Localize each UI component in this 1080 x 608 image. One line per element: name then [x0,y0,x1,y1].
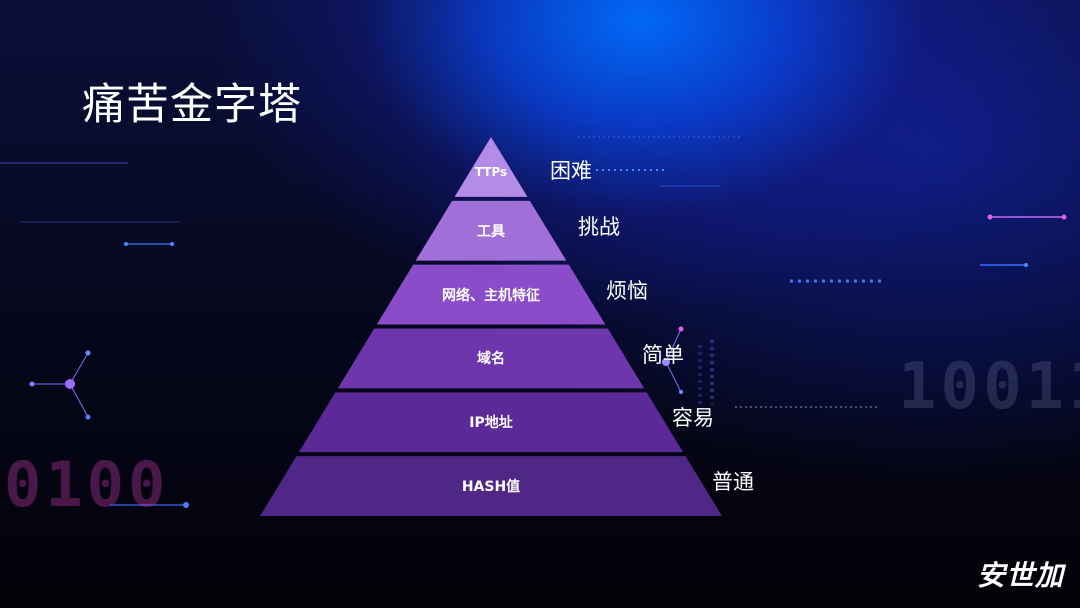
pyramid-tier-label: 网络、主机特征 [442,287,540,304]
pyramid-tier-label: HASH值 [461,479,521,496]
pyramid-tier-label: IP地址 [469,415,513,432]
pyramid-tier-difficulty: 简单 [642,342,684,367]
pyramid-tier-difficulty: 普通 [712,470,754,495]
pyramid-tier-difficulty: 困难 [550,159,592,183]
pyramid-tier-difficulty: 挑战 [578,214,620,239]
pyramid-tier-difficulty: 容易 [672,406,714,431]
brand-logo: 安世加 [976,559,1064,592]
pyramid-tier-label: 域名 [477,351,505,368]
pyramid-tier-label: 工具 [477,223,505,240]
pyramid-tier-difficulty: 烦恼 [606,278,648,303]
